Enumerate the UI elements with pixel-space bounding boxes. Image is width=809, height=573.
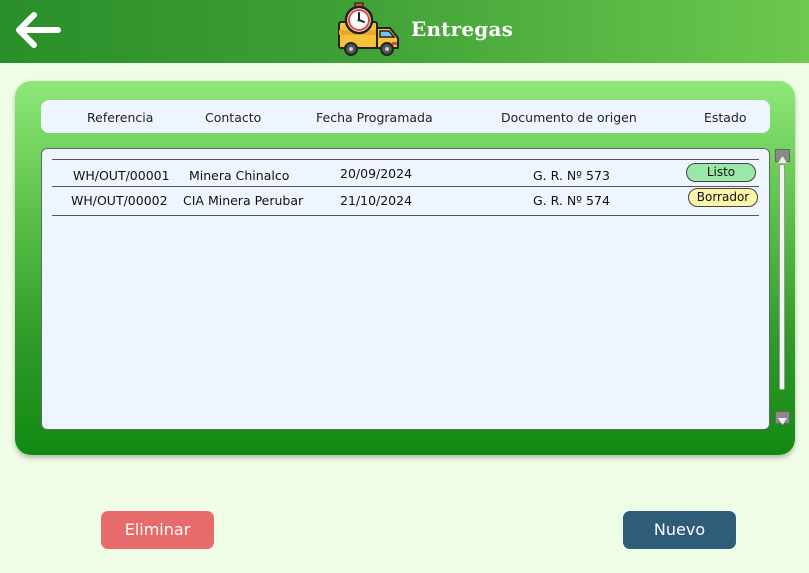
scroll-down-button[interactable] (775, 411, 790, 425)
triangle-down-icon (778, 418, 787, 425)
cell-referencia: WH/OUT/00001 (73, 168, 170, 183)
scrollbar-rail[interactable] (779, 164, 785, 390)
delivery-truck-clock-icon (338, 2, 399, 56)
cell-contacto: CIA Minera Perubar (183, 193, 304, 208)
table-header: Referencia Contacto Fecha Programada Doc… (41, 100, 770, 133)
delete-button[interactable]: Eliminar (101, 511, 214, 549)
column-header-contacto[interactable]: Contacto (205, 110, 261, 125)
triangle-up-icon (778, 156, 787, 163)
status-badge: Listo (686, 163, 756, 182)
table-row[interactable]: WH/OUT/00002 CIA Minera Perubar 21/10/20… (52, 186, 759, 213)
back-button[interactable] (10, 8, 66, 52)
cell-contacto: Minera Chinalco (189, 168, 290, 183)
column-header-estado[interactable]: Estado (704, 110, 747, 125)
cell-fecha: 21/10/2024 (340, 193, 413, 208)
new-button[interactable]: Nuevo (623, 511, 736, 549)
table-row[interactable]: WH/OUT/00001 Minera Chinalco 20/09/2024 … (52, 159, 759, 186)
cell-referencia: WH/OUT/00002 (71, 193, 168, 208)
app-header: Entregas (0, 0, 809, 63)
column-header-documento-origen[interactable]: Documento de origen (501, 110, 637, 125)
cell-fecha: 20/09/2024 (340, 166, 413, 181)
cell-documento: G. R. Nº 573 (533, 168, 610, 183)
column-header-referencia[interactable]: Referencia (87, 110, 153, 125)
cell-documento: G. R. Nº 574 (533, 193, 610, 208)
page-title: Entregas (411, 17, 514, 41)
column-header-fecha-programada[interactable]: Fecha Programada (316, 110, 433, 125)
arrow-left-icon (16, 12, 61, 48)
row-divider (52, 215, 759, 216)
deliveries-list: WH/OUT/00001 Minera Chinalco 20/09/2024 … (41, 148, 770, 430)
scroll-up-button[interactable] (775, 149, 790, 163)
status-badge: Borrador (688, 188, 758, 207)
